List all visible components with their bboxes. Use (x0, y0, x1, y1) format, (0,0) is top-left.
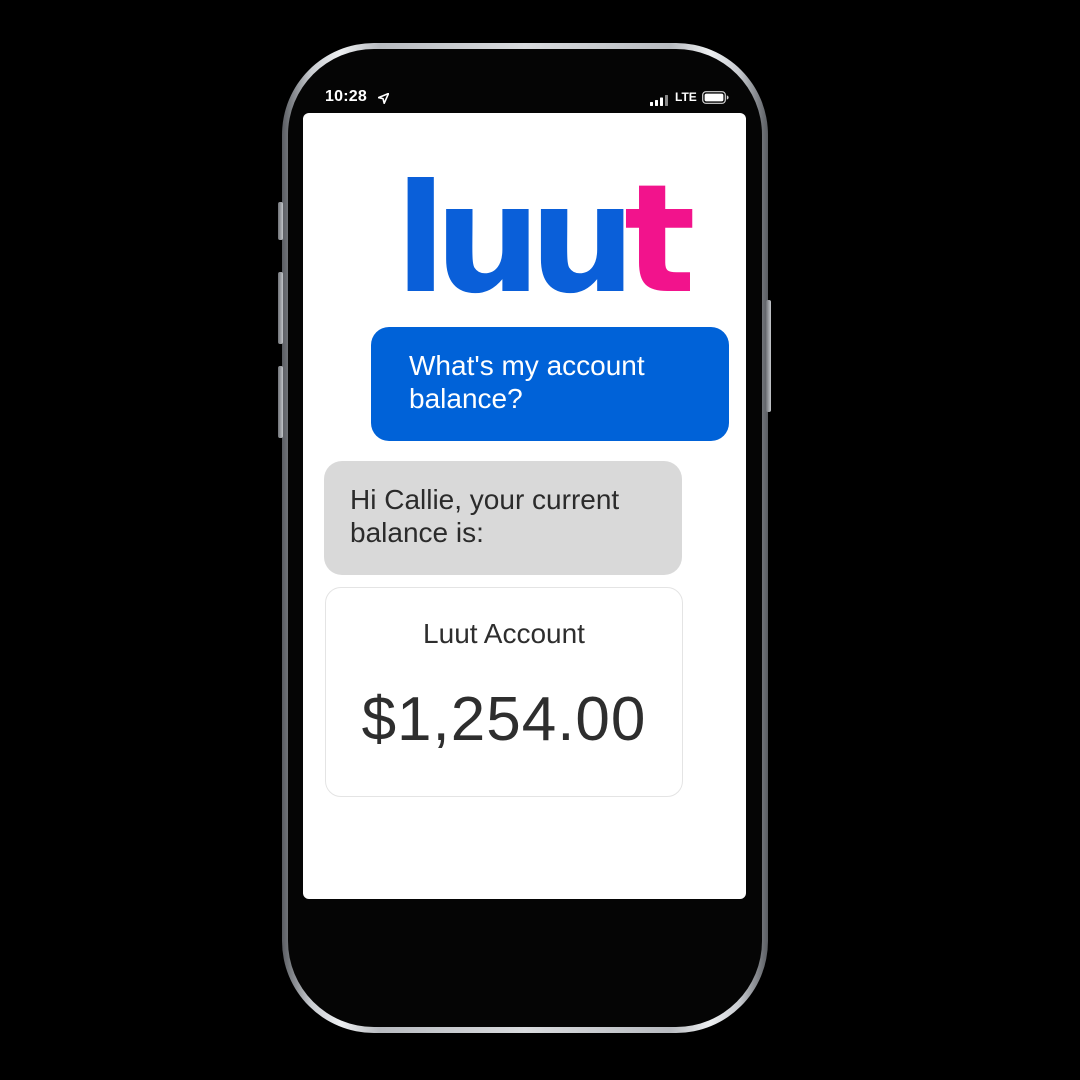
signal-bars-icon (650, 93, 668, 111)
location-arrow-icon (377, 91, 390, 109)
battery-icon (702, 91, 729, 109)
user-message-text: What's my account balance? (409, 350, 645, 414)
account-balance: $1,254.00 (361, 685, 647, 754)
network-label: LTE (675, 90, 697, 104)
bot-message-bubble: Hi Callie, your current balance is: (324, 461, 682, 575)
volume-up-button (278, 272, 283, 344)
luut-logo: luut (395, 165, 696, 315)
silent-switch (278, 202, 283, 240)
logo-text-pink: t (624, 153, 696, 327)
logo-text-blue: luu (395, 153, 636, 327)
power-button (766, 300, 771, 412)
balance-card[interactable]: Luut Account $1,254.00 (325, 587, 683, 797)
status-time: 10:28 (325, 88, 367, 105)
user-message-bubble: What's my account balance? (371, 327, 729, 441)
volume-down-button (278, 366, 283, 438)
account-name: Luut Account (423, 618, 585, 649)
app-screen: luut What's my account balance? Hi Calli… (303, 113, 746, 899)
bot-message-text: Hi Callie, your current balance is: (350, 484, 620, 548)
status-bar: 10:28 LTE (303, 86, 746, 110)
